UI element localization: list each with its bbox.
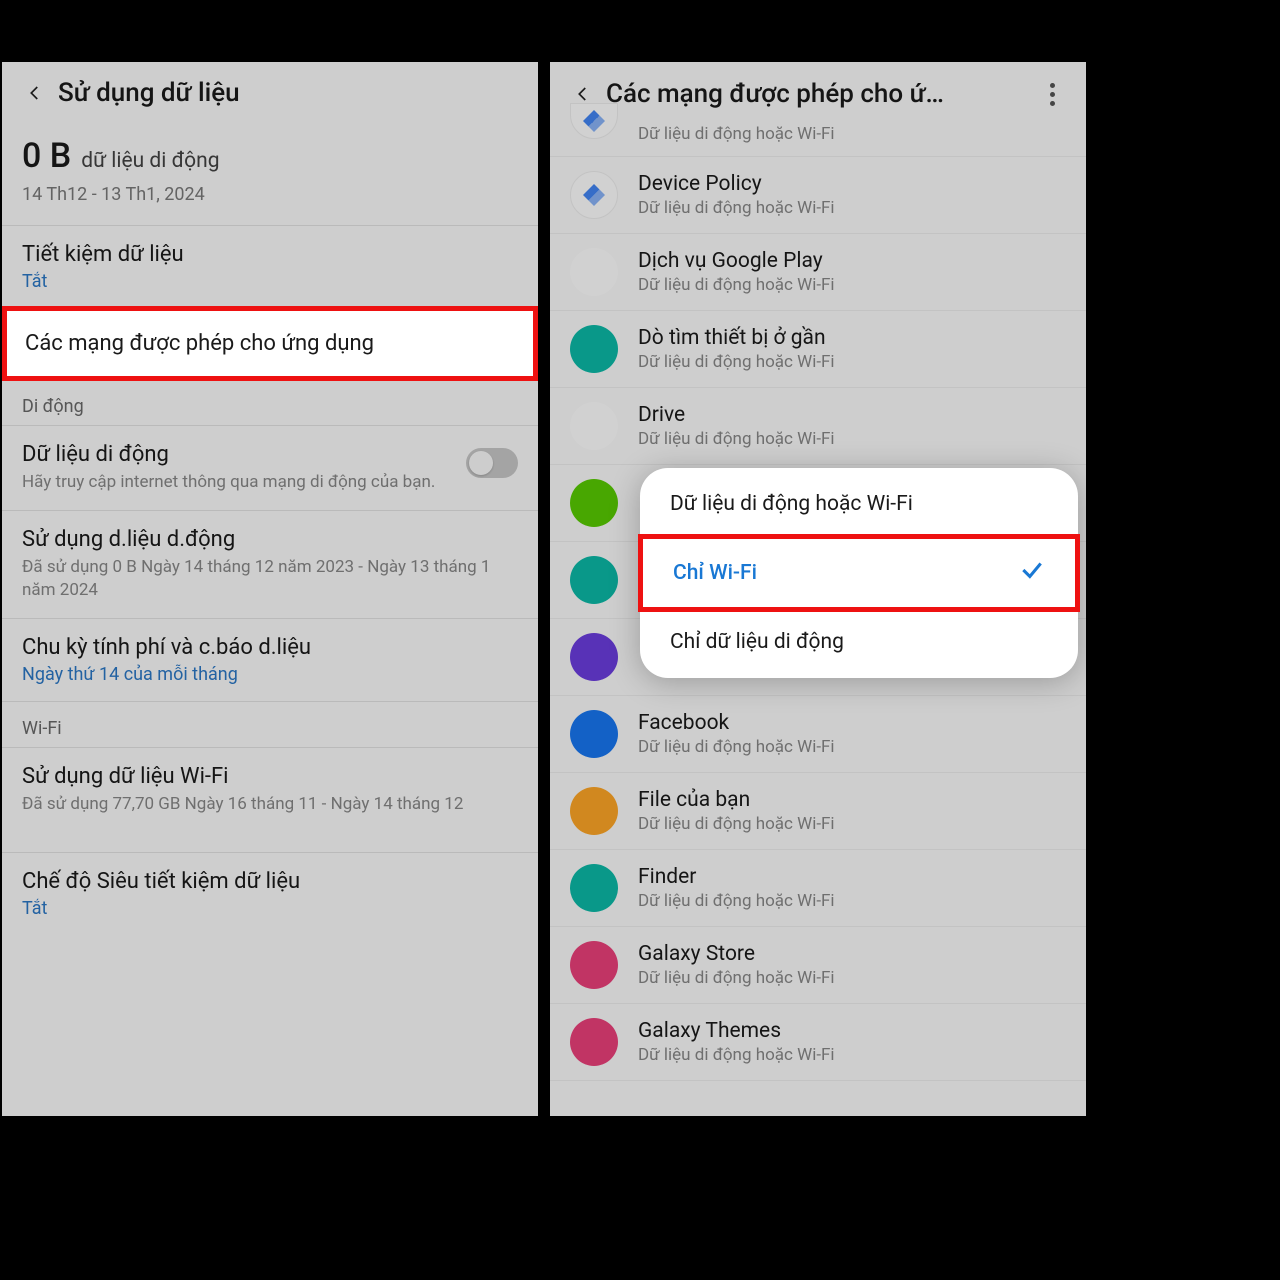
app-name: Facebook — [638, 711, 835, 735]
usage-label: dữ liệu di động — [81, 149, 219, 173]
mobile-data-toggle[interactable] — [466, 448, 518, 478]
app-sub: Dữ liệu di động hoặc Wi-Fi — [638, 814, 835, 834]
app-icon — [570, 864, 618, 912]
app-row[interactable]: Dịch vụ Google PlayDữ liệu di động hoặc … — [550, 234, 1086, 311]
app-name: Device Policy — [638, 172, 835, 196]
option-wifi-only[interactable]: Chỉ Wi-Fi — [638, 534, 1080, 612]
app-row[interactable]: File của bạnDữ liệu di động hoặc Wi-Fi — [550, 773, 1086, 850]
app-row[interactable]: Galaxy StoreDữ liệu di động hoặc Wi-Fi — [550, 927, 1086, 1004]
screen-data-usage: Sử dụng dữ liệu 0 B dữ liệu di động 14 T… — [0, 60, 540, 1118]
app-icon — [570, 325, 618, 373]
page-title: Các mạng được phép cho ứ… — [606, 79, 1034, 109]
billing-cycle-row[interactable]: Chu kỳ tính phí và c.báo d.liệu Ngày thứ… — [2, 618, 538, 701]
app-icon — [570, 171, 618, 219]
data-saver-row[interactable]: Tiết kiệm dữ liệu Tắt — [2, 225, 538, 308]
option-mobile-only[interactable]: Chỉ dữ liệu di động — [640, 612, 1078, 672]
app-icon — [570, 479, 618, 527]
usage-summary: 0 B dữ liệu di động 14 Th12 - 13 Th1, 20… — [2, 120, 538, 225]
app-icon — [570, 402, 618, 450]
app-name: Drive — [638, 403, 835, 427]
app-name: Finder — [638, 865, 835, 889]
app-sub: Dữ liệu di động hoặc Wi-Fi — [638, 968, 835, 988]
app-row[interactable]: Dữ liệu di động hoặc Wi-Fi — [550, 122, 1086, 157]
app-icon — [570, 633, 618, 681]
page-title: Sử dụng dữ liệu — [58, 78, 522, 108]
wifi-usage-row[interactable]: Sử dụng dữ liệu Wi-Fi Đã sử dụng 77,70 G… — [2, 747, 538, 832]
network-options-popup: Dữ liệu di động hoặc Wi-Fi Chỉ Wi-Fi Chỉ… — [640, 468, 1078, 678]
allowed-networks-row[interactable]: Các mạng được phép cho ứng dụng — [2, 306, 538, 381]
app-row[interactable]: Dò tìm thiết bị ở gầnDữ liệu di động hoặ… — [550, 311, 1086, 388]
app-row[interactable]: Galaxy ThemesDữ liệu di động hoặc Wi-Fi — [550, 1004, 1086, 1081]
mobile-usage-row[interactable]: Sử dụng d.liệu d.động Đã sử dụng 0 B Ngà… — [2, 510, 538, 618]
app-sub: Dữ liệu di động hoặc Wi-Fi — [638, 891, 835, 911]
app-row[interactable]: DriveDữ liệu di động hoặc Wi-Fi — [550, 388, 1086, 465]
app-icon — [570, 556, 618, 604]
back-button[interactable] — [18, 76, 52, 110]
app-icon — [570, 1018, 618, 1066]
app-sub: Dữ liệu di động hoặc Wi-Fi — [638, 198, 835, 218]
app-row[interactable]: Device PolicyDữ liệu di động hoặc Wi-Fi — [550, 157, 1086, 234]
app-icon — [570, 710, 618, 758]
app-name: Galaxy Store — [638, 942, 835, 966]
app-icon — [570, 787, 618, 835]
app-sub: Dữ liệu di động hoặc Wi-Fi — [638, 352, 835, 372]
app-sub: Dữ liệu di động hoặc Wi-Fi — [638, 737, 835, 757]
app-icon — [570, 941, 618, 989]
more-menu-icon[interactable] — [1034, 76, 1070, 112]
app-row[interactable]: FinderDữ liệu di động hoặc Wi-Fi — [550, 850, 1086, 927]
option-mobile-or-wifi[interactable]: Dữ liệu di động hoặc Wi-Fi — [640, 474, 1078, 534]
app-sub: Dữ liệu di động hoặc Wi-Fi — [638, 124, 835, 144]
app-icon — [570, 103, 618, 139]
mobile-data-row[interactable]: Dữ liệu di động Hãy truy cập internet th… — [2, 425, 538, 510]
app-icon — [570, 248, 618, 296]
usage-value: 0 B — [22, 136, 71, 176]
header: Các mạng được phép cho ứ… — [550, 62, 1086, 122]
app-name: Dò tìm thiết bị ở gần — [638, 326, 835, 350]
header: Sử dụng dữ liệu — [2, 62, 538, 120]
app-name: File của bạn — [638, 788, 835, 812]
screen-allowed-networks: Các mạng được phép cho ứ… Dữ liệu di độn… — [548, 60, 1088, 1118]
app-sub: Dữ liệu di động hoặc Wi-Fi — [638, 275, 835, 295]
ultra-saving-row[interactable]: Chế độ Siêu tiết kiệm dữ liệu Tắt — [2, 852, 538, 935]
app-row[interactable]: FacebookDữ liệu di động hoặc Wi-Fi — [550, 696, 1086, 773]
app-name: Galaxy Themes — [638, 1019, 835, 1043]
usage-date-range: 14 Th12 - 13 Th1, 2024 — [22, 184, 518, 205]
check-icon — [1019, 557, 1045, 589]
app-name: Dịch vụ Google Play — [638, 249, 835, 273]
section-wifi: Wi-Fi — [2, 701, 538, 747]
app-sub: Dữ liệu di động hoặc Wi-Fi — [638, 429, 835, 449]
section-mobile: Di động — [2, 379, 538, 425]
app-sub: Dữ liệu di động hoặc Wi-Fi — [638, 1045, 835, 1065]
